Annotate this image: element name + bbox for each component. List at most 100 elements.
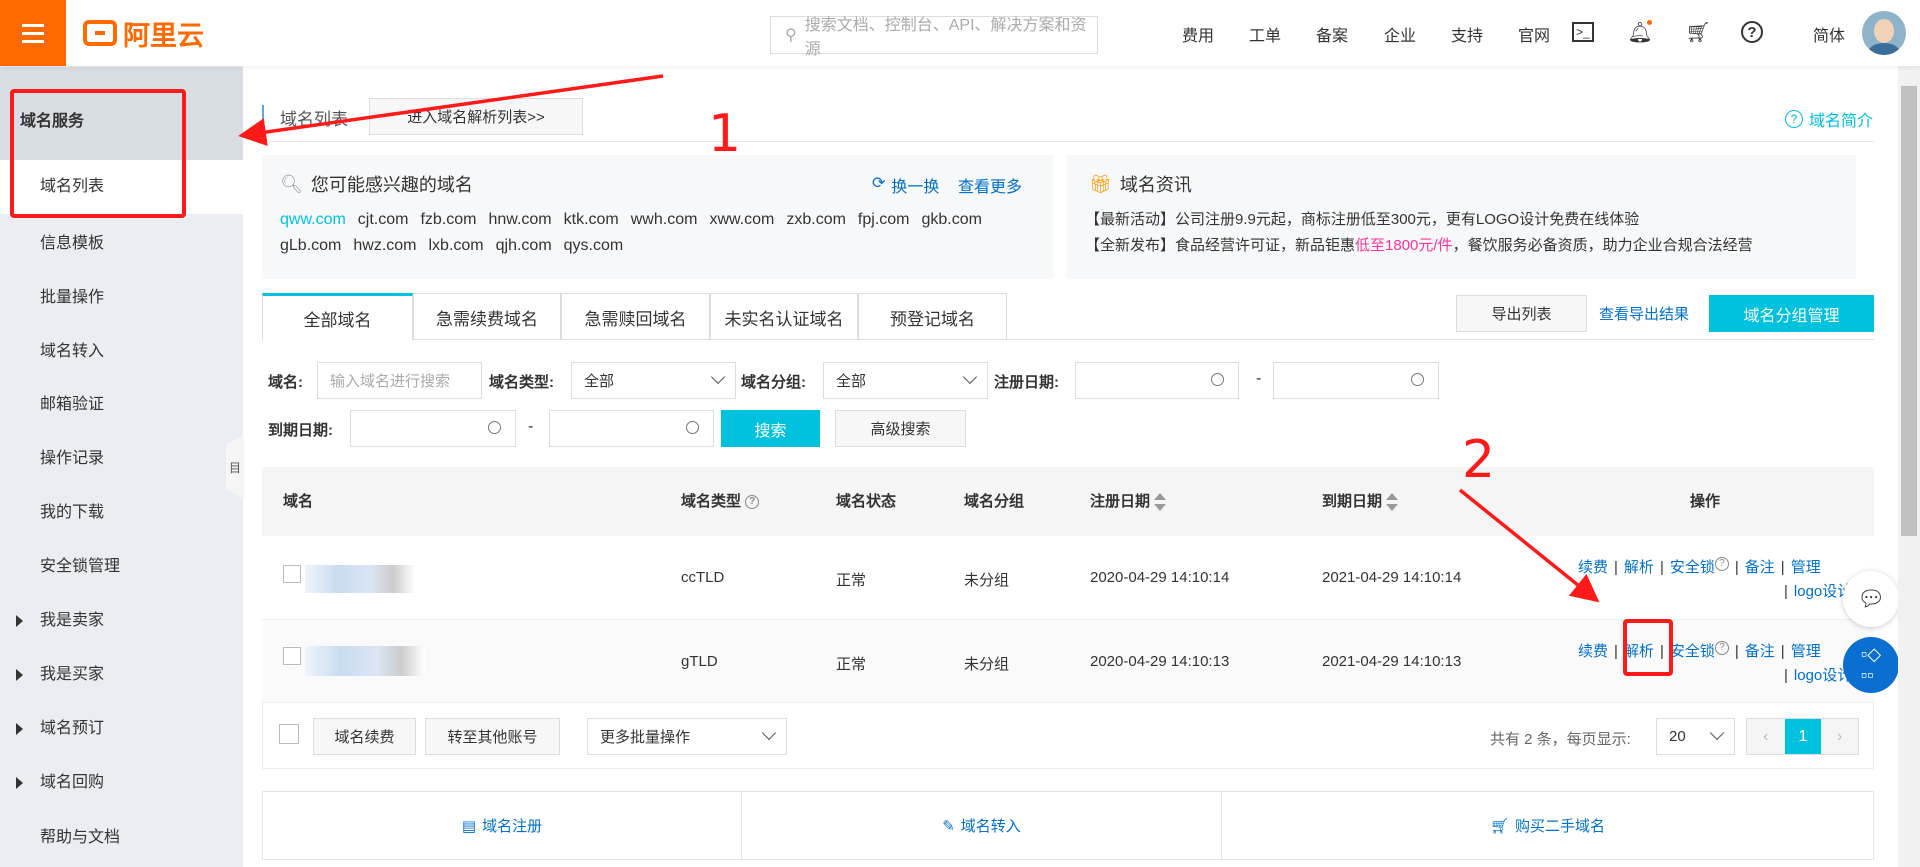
group-manage-button[interactable]: 域名分组管理 [1709,295,1874,332]
reg-date-start[interactable] [1075,362,1239,399]
exp-date-end[interactable] [549,410,714,447]
prev-page-button[interactable]: ‹ [1747,719,1785,754]
suggest-domain-link[interactable]: qjh.com [496,237,552,254]
manage-link[interactable]: 管理 [1791,643,1821,660]
news-line-2[interactable]: 【全新发布】食品经营许可证，新品钜惠低至1800元/件，餐饮服务必备资质，助力企… [1085,234,1753,255]
chevron-down-icon [1709,725,1725,741]
tab-renew-urgent[interactable]: 急需续费域名 [413,293,561,340]
tab-redeem-urgent[interactable]: 急需赎回域名 [561,293,710,340]
nav-website[interactable]: 官网 [1518,22,1550,46]
suggest-domain-link[interactable]: wwh.com [631,211,698,228]
sidebar-item-security-lock[interactable]: 安全锁管理 [0,540,243,594]
col-exp-date[interactable]: 到期日期 [1322,490,1399,512]
advanced-search-button[interactable]: 高级搜索 [835,410,966,447]
export-list-button[interactable]: 导出列表 [1456,295,1587,332]
sidebar-item-help[interactable]: 帮助与文档 [0,811,243,865]
more-batch-select[interactable]: 更多批量操作 [587,718,787,755]
domain-name-redacted [305,565,415,593]
suggest-domain-link[interactable]: gLb.com [280,237,341,254]
quicklink-buy-used[interactable]: 🛒︎ 购买二手域名 [1221,791,1874,860]
chat-button[interactable]: 💬︎ [1843,571,1899,627]
sidebar-item-buyer[interactable]: 我是买家 [0,648,243,702]
sidebar-item-email-verify[interactable]: 邮箱验证 [0,378,243,432]
col-reg-date[interactable]: 注册日期 [1090,490,1167,512]
manage-link[interactable]: 管理 [1791,559,1821,576]
total-count: 共有 2 条，每页显示: [1490,731,1631,748]
dns-link[interactable]: 解析 [1624,559,1654,576]
page-1-button[interactable]: 1 [1784,719,1822,754]
language-switch[interactable]: 简体 [1813,22,1845,46]
nav-enterprise[interactable]: 企业 [1384,22,1416,46]
sidebar-collapse-handle[interactable]: 目 [226,435,244,499]
suggest-domain-link[interactable]: zxb.com [786,211,846,228]
refresh-button[interactable]: ⟳ 换一换 [872,173,939,197]
next-page-button[interactable]: › [1821,719,1858,754]
quicklink-transfer[interactable]: ✎ 域名转入 [741,791,1222,860]
nav-icp[interactable]: 备案 [1316,22,1348,46]
suggest-domain-link[interactable]: fpj.com [858,211,910,228]
scrollbar[interactable] [1898,66,1920,867]
sidebar-item-buyback[interactable]: 域名回购 [0,756,243,810]
nav-support[interactable]: 支持 [1451,22,1483,46]
view-more-link[interactable]: 查看更多 [958,173,1022,197]
help-icon[interactable]: ? [745,495,760,510]
dns-list-button[interactable]: 进入域名解析列表>> [369,98,583,135]
help-icon[interactable]: ? [1741,21,1763,43]
quicklink-register[interactable]: ▤ 域名注册 [262,791,742,860]
batch-renew-button[interactable]: 域名续费 [313,718,416,755]
tab-all[interactable]: 全部域名 [262,293,413,340]
remark-link[interactable]: 备注 [1745,643,1775,660]
domain-intro-link[interactable]: ? 域名简介 [1785,107,1873,131]
sidebar-item-seller[interactable]: 我是卖家 [0,594,243,648]
search-input[interactable]: ⚲ 搜索文档、控制台、API、解决方案和资源 [770,16,1098,58]
suggest-domain-link[interactable]: xww.com [709,211,774,228]
row-checkbox[interactable] [283,565,301,583]
sidebar-item-batch[interactable]: 批量操作 [0,271,243,325]
suggest-domain-link[interactable]: hwz.com [353,237,416,254]
suggest-domain-link[interactable]: ktk.com [564,211,619,228]
news-line-1[interactable]: 【最新活动】公司注册9.9元起，商标注册低至300元，更有LOGO设计免费在线体… [1085,208,1639,229]
suggest-domain-link[interactable]: cjt.com [358,211,409,228]
col-actions: 操作 [1690,493,1721,510]
sidebar-item-info-template[interactable]: 信息模板 [0,217,243,271]
tab-unverified[interactable]: 未实名认证域名 [710,293,858,340]
suggest-domain-link[interactable]: fzb.com [420,211,476,228]
reg-date-end[interactable] [1273,362,1439,399]
suggest-domain-link[interactable]: gkb.com [922,211,982,228]
tab-preregistered[interactable]: 预登记域名 [858,293,1007,340]
scrollbar-thumb[interactable] [1901,86,1917,536]
menu-button[interactable] [0,0,66,66]
sidebar-item-op-log[interactable]: 操作记录 [0,432,243,486]
apps-button[interactable]: ▫◇ ▫▫ [1843,637,1899,693]
domain-search-input[interactable]: 输入域名进行搜索 [317,362,482,399]
bell-icon[interactable]: 🔔︎ [1627,20,1653,44]
row-checkbox[interactable] [283,647,301,665]
renew-link[interactable]: 续费 [1578,643,1608,660]
avatar[interactable] [1862,11,1906,55]
type-select[interactable]: 全部 [571,362,736,399]
sidebar-item-downloads[interactable]: 我的下载 [0,486,243,540]
nav-tickets[interactable]: 工单 [1249,22,1281,46]
transfer-account-button[interactable]: 转至其他账号 [425,718,560,755]
select-all-checkbox[interactable] [279,724,299,744]
view-export-results-link[interactable]: 查看导出结果 [1599,303,1689,324]
renew-link[interactable]: 续费 [1578,559,1608,576]
cart-icon[interactable]: 🛒︎ [1685,20,1710,44]
group-select[interactable]: 全部 [823,362,988,399]
sidebar-item-transfer-in[interactable]: 域名转入 [0,325,243,379]
security-lock-link[interactable]: 安全锁 [1670,643,1715,660]
terminal-icon[interactable]: >_ [1572,22,1594,42]
suggest-domain-link[interactable]: hnw.com [488,211,551,228]
aliyun-logo[interactable]: 阿里云 [83,16,204,51]
suggest-domain-link[interactable]: lxb.com [429,237,484,254]
sidebar-item-preorder[interactable]: 域名预订 [0,702,243,756]
divider [262,141,1874,142]
security-lock-link[interactable]: 安全锁 [1670,559,1715,576]
search-button[interactable]: 搜索 [721,410,820,447]
suggest-domain-link[interactable]: qww.com [280,211,346,228]
page-size-select[interactable]: 20 [1656,718,1735,755]
suggest-domain-link[interactable]: qys.com [564,237,624,254]
remark-link[interactable]: 备注 [1745,559,1775,576]
exp-date-start[interactable] [350,410,516,447]
nav-fees[interactable]: 费用 [1182,22,1214,46]
